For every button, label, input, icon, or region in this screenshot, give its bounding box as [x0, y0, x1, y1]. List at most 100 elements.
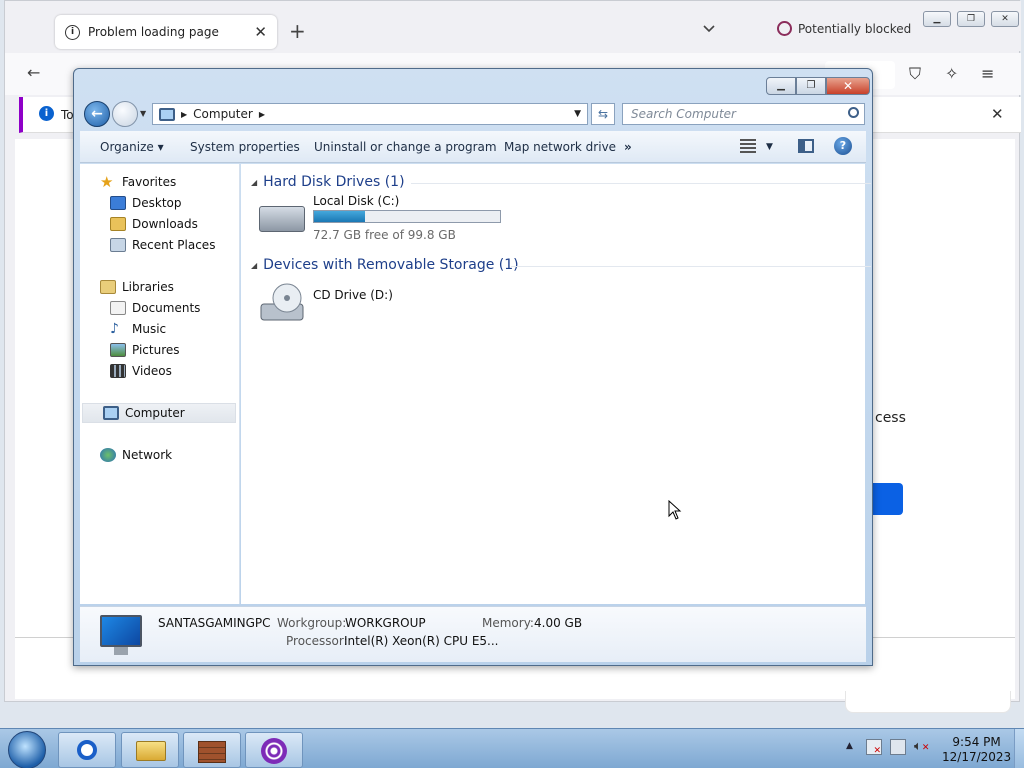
address-bar[interactable]: ▶ Computer ▶ ▼ — [152, 103, 588, 125]
change-view-icon[interactable] — [740, 139, 756, 153]
more-commands-button[interactable]: » — [624, 140, 632, 154]
drive-c-item[interactable]: Local Disk (C:) 72.7 GB free of 99.8 GB — [251, 186, 511, 246]
browser-tab[interactable]: i Problem loading page ✕ — [55, 15, 277, 49]
action-center-icon[interactable]: ✕ — [866, 739, 882, 756]
drive-c-name: Local Disk (C:) — [313, 194, 400, 208]
taskbar-chrome-button[interactable] — [58, 732, 116, 768]
breadcrumb-chevron[interactable]: ▶ — [259, 110, 265, 119]
info-icon: i — [65, 24, 80, 40]
page-footer-panel — [845, 691, 1011, 713]
blocked-icon — [777, 21, 792, 36]
clock-time: 9:54 PM — [952, 735, 1001, 749]
nav-documents[interactable]: Documents — [80, 298, 240, 318]
nav-videos[interactable]: Videos — [80, 361, 240, 381]
address-dropdown-icon[interactable]: ▼ — [574, 109, 581, 119]
back-arrow-icon[interactable]: ← — [27, 63, 40, 82]
taskbar-tor-button[interactable] — [245, 732, 303, 768]
browser-close-button[interactable]: ✕ — [991, 11, 1019, 27]
nav-computer[interactable]: Computer — [82, 403, 236, 423]
system-properties-button[interactable]: System properties — [190, 140, 300, 154]
collapse-arrow-icon[interactable]: ◢ — [251, 261, 257, 270]
breadcrumb-computer[interactable]: Computer — [193, 107, 253, 121]
memory-value: 4.00 GB — [534, 616, 583, 630]
nav-music[interactable]: ♪ Music — [80, 319, 240, 339]
drive-d-item[interactable]: CD Drive (D:) — [251, 276, 451, 326]
taskbar-explorer-button[interactable] — [121, 732, 179, 768]
volume-muted-icon[interactable]: 🔈︎✕ — [914, 739, 930, 755]
documents-icon — [110, 301, 126, 315]
maximize-button[interactable]: ❐ — [796, 77, 826, 95]
page-text-fragment: cess — [875, 410, 906, 426]
nav-pictures[interactable]: Pictures — [80, 340, 240, 360]
shield-icon[interactable]: ⛉ — [909, 64, 921, 84]
taskbar-firewall-button[interactable] — [183, 732, 241, 768]
breadcrumb-chevron[interactable]: ▶ — [181, 110, 187, 119]
clock[interactable]: 9:54 PM 12/17/2023 — [942, 735, 1011, 765]
new-tab-button[interactable]: + — [289, 21, 306, 41]
show-desktop-button[interactable] — [1014, 729, 1024, 768]
extensions-icon[interactable]: ✧ — [945, 64, 958, 83]
navigation-pane: ★ Favorites Desktop Downloads Recent Plac… — [80, 164, 240, 604]
computer-icon — [103, 406, 119, 420]
menu-icon[interactable]: ≡ — [981, 64, 994, 83]
map-network-drive-button[interactable]: Map network drive — [504, 140, 616, 154]
drive-c-usage-fill — [314, 211, 365, 222]
drive-d-name: CD Drive (D:) — [313, 288, 393, 302]
help-icon[interactable]: ? — [834, 137, 852, 155]
chevron-down-icon[interactable] — [703, 23, 715, 35]
uninstall-program-button[interactable]: Uninstall or change a program — [314, 140, 497, 154]
computer-icon — [159, 107, 175, 121]
nav-desktop[interactable]: Desktop — [80, 193, 240, 213]
browser-minimize-button[interactable]: ▁ — [923, 11, 951, 27]
start-button[interactable] — [8, 731, 46, 768]
hard-disk-icon — [259, 206, 305, 232]
group-divider — [511, 266, 871, 267]
back-button[interactable]: ← — [84, 101, 110, 127]
potentially-blocked-label: Potentially blocked — [798, 21, 912, 36]
minimize-button[interactable]: ▁ — [766, 77, 796, 95]
group-title: Devices with Removable Storage (1) — [263, 257, 519, 273]
firewall-icon — [198, 741, 226, 763]
computer-stand — [114, 647, 128, 655]
network-tray-icon[interactable] — [890, 739, 906, 755]
notification-close-icon[interactable]: ✕ — [991, 105, 1004, 123]
nav-recent-places[interactable]: Recent Places — [80, 235, 240, 255]
tab-title: Problem loading page — [88, 25, 219, 39]
potentially-blocked-indicator[interactable]: Potentially blocked — [777, 21, 911, 36]
refresh-button[interactable]: ⇆ — [591, 103, 615, 125]
close-button[interactable]: ✕ — [826, 77, 870, 95]
memory-label: Memory: — [482, 616, 534, 630]
music-icon: ♪ — [110, 321, 119, 337]
recent-places-icon — [110, 238, 126, 252]
command-bar: Organize ▾ System properties Uninstall o… — [80, 131, 866, 163]
organize-button[interactable]: Organize ▾ — [100, 140, 164, 154]
view-options-dropdown-icon[interactable]: ▼ — [766, 142, 773, 152]
nav-downloads[interactable]: Downloads — [80, 214, 240, 234]
explorer-window: ▁ ❐ ✕ ← ▼ ▶ Computer ▶ ▼ ⇆ Search Comput… — [73, 68, 873, 666]
cd-drive-icon — [260, 283, 304, 321]
workgroup-label: Workgroup: — [277, 616, 347, 630]
preview-pane-icon[interactable] — [798, 139, 814, 153]
nav-network[interactable]: Network — [80, 445, 240, 465]
content-pane: ◢ Hard Disk Drives (1) Local Disk (C:) 7… — [241, 164, 871, 604]
browser-window-controls: ▁ ❐ ✕ — [923, 11, 1019, 27]
show-hidden-icons-button[interactable]: ▲ — [846, 741, 853, 751]
search-input[interactable]: Search Computer — [622, 103, 865, 125]
recent-pages-dropdown[interactable]: ▼ — [140, 109, 146, 118]
group-divider — [411, 183, 871, 184]
pc-name: SANTASGAMINGPC — [158, 616, 271, 630]
page-action-button[interactable] — [873, 483, 903, 515]
tab-close-icon[interactable]: ✕ — [254, 23, 267, 41]
taskbar: ▲ ✕ 🔈︎✕ 9:54 PM 12/17/2023 — [0, 728, 1024, 768]
nav-libraries[interactable]: Libraries — [80, 277, 240, 297]
videos-icon — [110, 364, 126, 378]
star-icon: ★ — [100, 173, 114, 191]
group-removable-storage[interactable]: ◢ Devices with Removable Storage (1) — [251, 257, 871, 273]
details-pane: SANTASGAMINGPC Workgroup: WORKGROUP Memo… — [80, 606, 866, 662]
nav-favorites[interactable]: ★ Favorites — [80, 172, 240, 192]
drive-c-usage-bar — [313, 210, 501, 223]
forward-button[interactable] — [112, 101, 138, 127]
browser-maximize-button[interactable]: ❐ — [957, 11, 985, 27]
processor-label: Processor: — [286, 634, 348, 648]
pictures-icon — [110, 343, 126, 357]
